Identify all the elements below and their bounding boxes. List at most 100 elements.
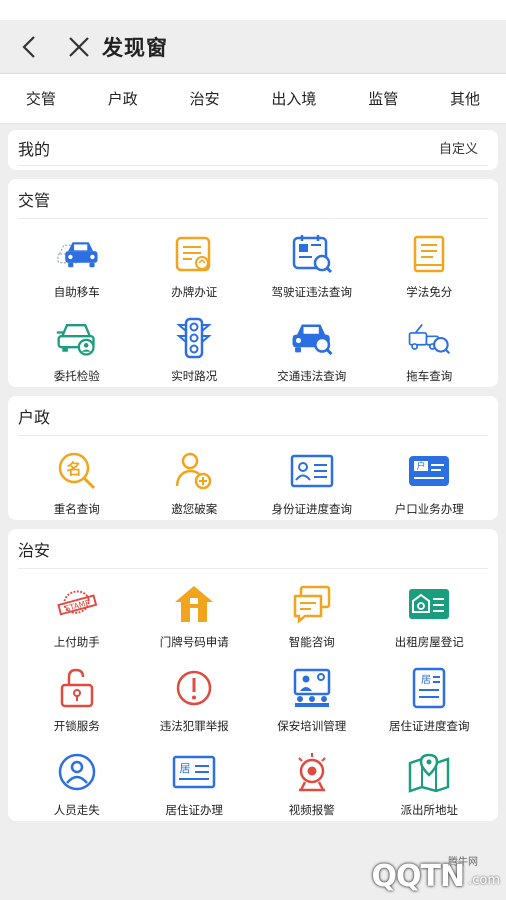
map-location-icon [407,751,451,793]
watermark-small-text: 腾牛网 [448,857,478,868]
service-label: 自助移车 [53,285,100,299]
jiaoguan-title: 交管 [18,190,51,210]
huzheng-section: 户政 名 重名查询 邀您破案 身份证进度查询 户 户口业务办理 [8,396,498,520]
alert-icon [172,667,216,709]
lock-icon [55,667,99,709]
service-name-search[interactable]: 名 重名查询 [18,436,136,520]
service-label: 交通违法查询 [277,369,347,383]
service-residence-progress[interactable]: 居 居住证进度查询 [371,653,489,737]
name-search-icon: 名 [55,450,99,492]
training-icon [290,667,334,709]
service-crime-report[interactable]: 违法犯罪举报 [136,653,254,737]
user-add-icon [172,450,216,492]
service-label: 派出所地址 [400,803,459,817]
service-label: 居住证办理 [165,803,224,817]
jiaoguan-header: 交管 [18,179,488,219]
service-video-alarm[interactable]: 视频报警 [253,737,371,821]
svg-text:STAMP: STAMP [64,598,91,613]
page-title: 发现窗 [102,35,168,60]
main-content: 我的 自定义 交管 自助移车 办牌办证 驾驶证违法查询 学法免分 委托检验 实时… [0,124,506,821]
service-invite-solve[interactable]: 邀您破案 [136,436,254,520]
service-label: 驾驶证违法查询 [271,285,353,299]
service-label: 居住证进度查询 [389,719,470,733]
service-label: 实时路况 [171,369,218,383]
tab-jiaoguan[interactable]: 交管 [22,82,60,115]
service-unlock[interactable]: 开锁服务 [18,653,136,737]
service-missing-person[interactable]: 人员走失 [18,737,136,821]
service-tow-search[interactable]: 拖车查询 [371,303,489,387]
customize-button[interactable]: 自定义 [439,138,478,157]
rental-house-icon [407,583,451,625]
service-house-number[interactable]: 门牌号码申请 [136,569,254,653]
watermark-suffix: .com [468,873,500,888]
service-security-training[interactable]: 保安培训管理 [253,653,371,737]
service-label: 门牌号码申请 [159,635,229,649]
service-label: 视频报警 [288,803,335,817]
chevron-left-icon [22,35,35,58]
service-traffic-live[interactable]: 实时路况 [136,303,254,387]
service-driver-license-search[interactable]: 驾驶证违法查询 [253,219,371,303]
service-police-address[interactable]: 派出所地址 [371,737,489,821]
service-car-move[interactable]: 自助移车 [18,219,136,303]
missing-person-icon [55,751,99,793]
tab-churujing[interactable]: 出入境 [267,82,320,115]
close-button[interactable] [64,32,94,62]
service-stamp-helper[interactable]: STAMP 上付助手 [18,569,136,653]
car-inspection-icon [55,317,99,359]
mine-header: 我的 自定义 [18,130,488,166]
tab-qita[interactable]: 其他 [446,82,484,115]
service-label: 拖车查询 [406,369,453,383]
service-label: 人员走失 [53,803,100,817]
service-rental-register[interactable]: 出租房屋登记 [371,569,489,653]
service-label: 学法免分 [406,285,453,299]
service-label: 重名查询 [53,502,100,516]
jiaoguan-section: 交管 自助移车 办牌办证 驾驶证违法查询 学法免分 委托检验 实时路况 交通违法… [8,179,498,387]
service-traffic-violation-search[interactable]: 交通违法查询 [253,303,371,387]
zhian-grid: STAMP 上付助手 门牌号码申请 智能咨询 出租房屋登记 开锁服务 违法犯罪举… [18,569,488,821]
residence-permit-icon: 居 [407,667,451,709]
household-card-icon: 户 [407,450,451,492]
category-tabs: 交管 户政 治安 出入境 监管 其他 [0,74,506,124]
huzheng-title: 户政 [18,407,51,427]
service-label: 上付助手 [53,635,100,649]
id-card-icon [290,450,334,492]
license-card-icon [172,233,216,275]
huzheng-header: 户政 [18,396,488,436]
traffic-light-icon [172,317,216,359]
service-label: 违法犯罪举报 [159,719,229,733]
service-household[interactable]: 户 户口业务办理 [371,436,489,520]
chat-icon [290,583,334,625]
svg-text:居: 居 [180,762,191,775]
huzheng-grid: 名 重名查询 邀您破案 身份证进度查询 户 户口业务办理 [18,436,488,520]
tab-zhian[interactable]: 治安 [186,82,224,115]
svg-text:居: 居 [421,674,431,686]
book-icon [407,233,451,275]
back-button[interactable] [14,32,44,62]
service-label: 保安培训管理 [277,719,347,733]
service-label: 办牌办证 [171,285,218,299]
watermark: 腾牛网 QQTN .com [372,857,500,894]
svg-text:名: 名 [66,460,81,478]
zhian-section: 治安 STAMP 上付助手 门牌号码申请 智能咨询 出租房屋登记 开锁服务 违法… [8,529,498,821]
tab-jianguan[interactable]: 监管 [364,82,402,115]
tow-truck-icon [407,317,451,359]
jiaoguan-grid: 自助移车 办牌办证 驾驶证违法查询 学法免分 委托检验 实时路况 交通违法查询 … [18,219,488,387]
zhian-title: 治安 [18,540,51,560]
service-label: 身份证进度查询 [271,502,353,516]
mine-title: 我的 [18,139,51,159]
service-label: 委托检验 [53,369,100,383]
service-residence-card[interactable]: 居 居住证办理 [136,737,254,821]
service-license-card[interactable]: 办牌办证 [136,219,254,303]
service-study-law[interactable]: 学法免分 [371,219,489,303]
house-icon [172,583,216,625]
car-move-icon [55,233,99,275]
service-id-progress[interactable]: 身份证进度查询 [253,436,371,520]
service-car-inspection[interactable]: 委托检验 [18,303,136,387]
driver-license-search-icon [290,233,334,275]
service-label: 出租房屋登记 [394,635,464,649]
residence-card-icon: 居 [172,751,216,793]
status-bar [0,0,506,20]
tab-huzheng[interactable]: 户政 [104,82,142,115]
service-label: 邀您破案 [171,502,218,516]
service-smart-consult[interactable]: 智能咨询 [253,569,371,653]
